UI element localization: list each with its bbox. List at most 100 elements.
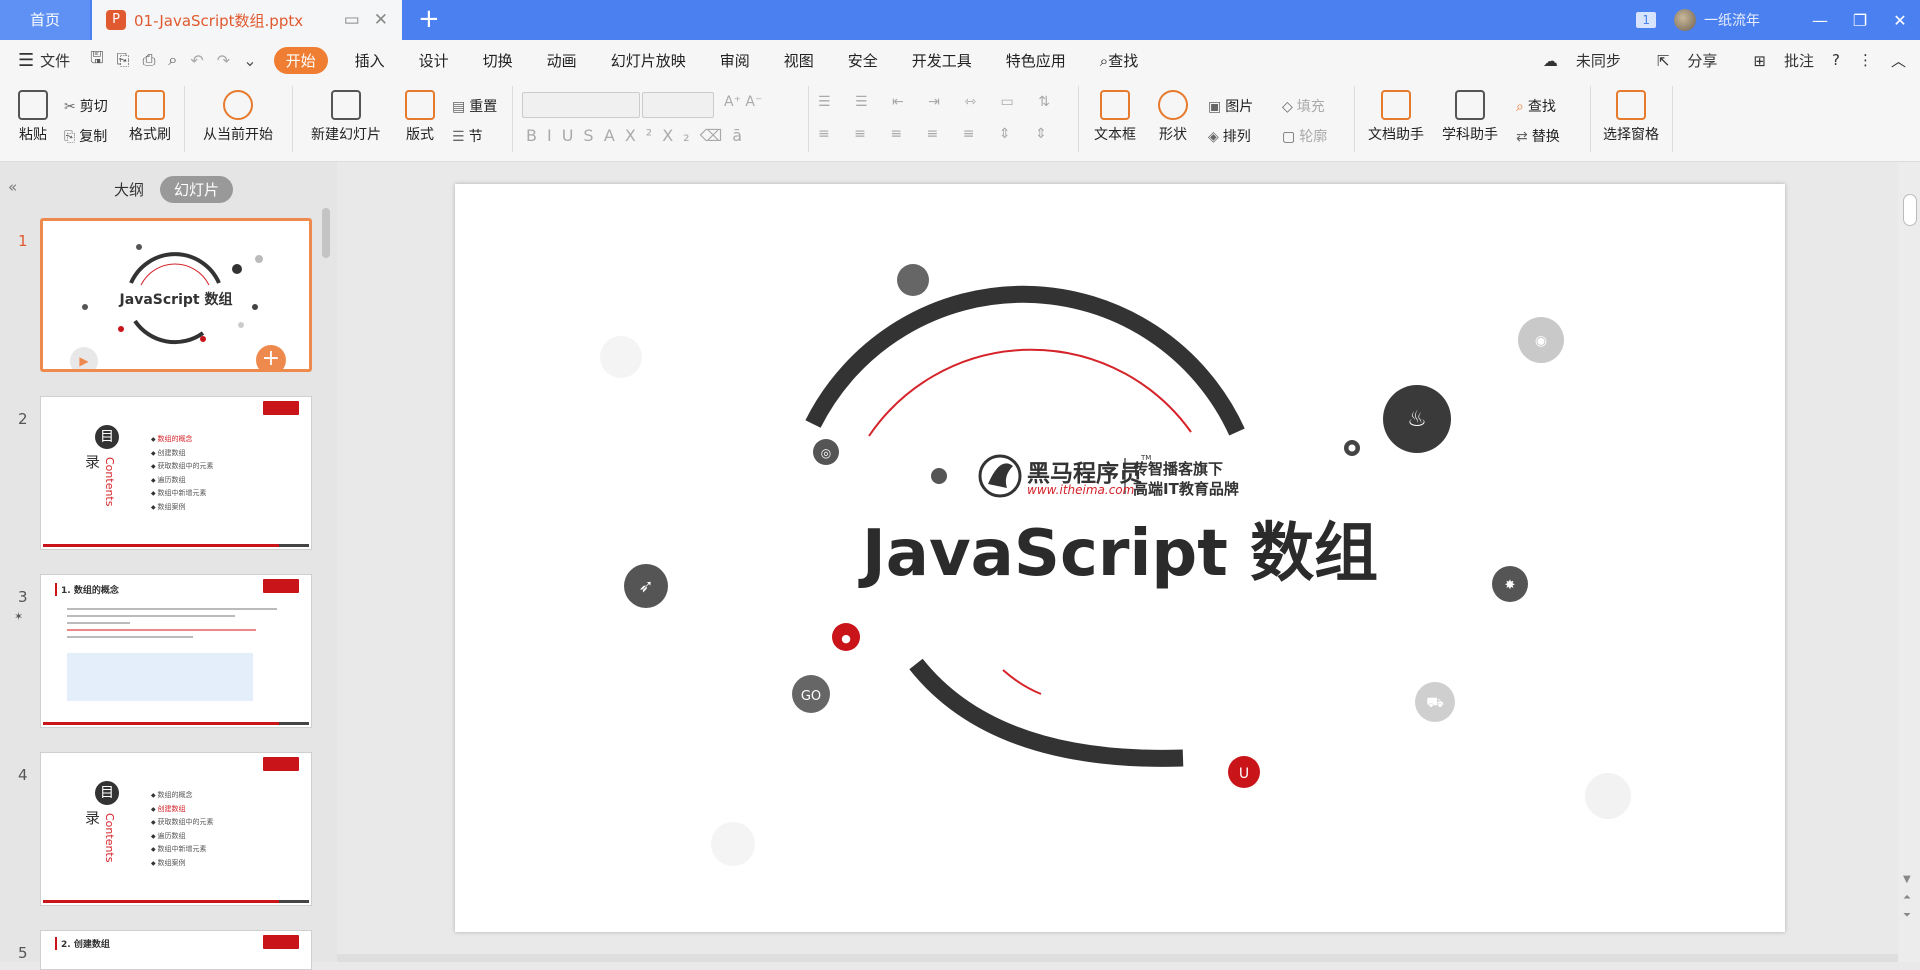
restore-icon[interactable]: ❐	[1840, 11, 1880, 30]
eraser-icon[interactable]: ⌫	[700, 126, 733, 145]
window-count-badge[interactable]: 1	[1636, 12, 1656, 28]
cut-button[interactable]: ✂ 剪切	[64, 96, 108, 116]
slide-thumbnail-1[interactable]: JavaScript 数组 ▶ +	[40, 218, 312, 372]
copy-button[interactable]: ⎘ 复制	[64, 126, 107, 146]
editor-vertical-scrollbar[interactable]: ▼ ⏶ ⏷	[1898, 162, 1920, 962]
tab-insert[interactable]: 插入	[355, 50, 385, 71]
undo-icon[interactable]: ↶	[190, 51, 203, 70]
italic-button[interactable]: I	[547, 126, 562, 145]
tab-animation[interactable]: 动画	[547, 50, 577, 71]
tab-home[interactable]: 首页	[0, 0, 90, 40]
picture-button[interactable]: ▣ 图片	[1208, 96, 1253, 116]
export-icon[interactable]: ⎘	[117, 50, 130, 70]
from-current-button[interactable]: 从当前开始	[194, 90, 282, 144]
toc-item: 遍历数组	[151, 474, 214, 488]
subject-assistant-button[interactable]: 学科助手	[1434, 90, 1506, 144]
slide-thumbnail-4[interactable]: 目 录 Contents 数组的概念 创建数组 获取数组中的元素 遍历数组 数组…	[40, 752, 312, 906]
paste-label: 粘贴	[19, 127, 47, 143]
pin-icon[interactable]: ▭	[344, 10, 360, 30]
sync-button[interactable]: ☁ 未同步	[1525, 50, 1621, 71]
share-button[interactable]: ⇱ 分享	[1639, 50, 1718, 71]
arrange-button[interactable]: ◈ 排列	[1208, 126, 1251, 146]
tab-home-ribbon[interactable]: 开始	[273, 46, 328, 74]
help-icon[interactable]: ?	[1832, 51, 1840, 69]
align-icons[interactable]: ≡ ≡ ≡ ≡ ≡ ⇕ ⇕	[818, 126, 1057, 142]
minimize-icon[interactable]: —	[1800, 11, 1840, 30]
search-menu[interactable]: ⌕查找	[1100, 50, 1138, 71]
subscript-icon[interactable]: X₂	[662, 126, 699, 145]
shape-button[interactable]: 形状	[1150, 90, 1196, 144]
add-slide-icon[interactable]: +	[256, 345, 286, 369]
layout-button[interactable]: 版式	[398, 90, 442, 144]
lower-red-arc	[1002, 669, 1042, 695]
paste-button[interactable]: 粘贴	[12, 90, 54, 144]
doc-assistant-button[interactable]: 文档助手	[1364, 90, 1428, 144]
scroll-down-icon[interactable]: ▼	[1903, 874, 1911, 885]
new-slide-button[interactable]: 新建幻灯片	[302, 90, 390, 144]
replace-button[interactable]: ⇄ 替换	[1516, 126, 1560, 146]
user-name[interactable]: 一纸流年	[1704, 10, 1760, 30]
font-size-select[interactable]	[642, 92, 714, 118]
fill-button[interactable]: ◇ 填充	[1282, 96, 1325, 116]
superscript-icon[interactable]: X²	[625, 126, 662, 145]
redo-icon[interactable]: ↷	[217, 51, 230, 70]
lower-dark-arc	[909, 658, 1184, 767]
tab-document[interactable]: P 01-JavaScript数组.pptx ▭ ✕	[92, 0, 402, 40]
file-menu[interactable]: ☰ 文件	[18, 50, 70, 71]
avatar[interactable]	[1674, 9, 1696, 31]
save-icon[interactable]: 🖫	[90, 47, 104, 74]
slide-thumbnail-3[interactable]: 1. 数组的概念	[40, 574, 312, 728]
tab-developer[interactable]: 开发工具	[912, 50, 972, 71]
fill-label: 填充	[1296, 99, 1325, 115]
select-pane-button[interactable]: 选择窗格	[1598, 90, 1664, 144]
tab-security[interactable]: 安全	[848, 50, 878, 71]
reset-button[interactable]: ▤ 重置	[452, 96, 497, 116]
collapse-ribbon-icon[interactable]: ︿	[1891, 50, 1906, 71]
close-tab-icon[interactable]: ✕	[374, 10, 388, 30]
slide-thumbnail-2[interactable]: 目 录 Contents 数组的概念 创建数组 获取数组中的元素 遍历数组 数组…	[40, 396, 312, 550]
editor-horizontal-scrollbar[interactable]	[337, 954, 1898, 962]
panel-scrollbar[interactable]	[322, 208, 331, 908]
find-button[interactable]: ⌕ 查找	[1516, 96, 1556, 116]
textbox-button[interactable]: 文本框	[1088, 90, 1142, 144]
comment-button[interactable]: ⊞ 批注	[1735, 50, 1814, 71]
underline-button[interactable]: U	[562, 126, 584, 145]
preview-icon[interactable]: ⌕	[168, 50, 177, 70]
tab-special[interactable]: 特色应用	[1006, 50, 1066, 71]
slide-thumbnail-5[interactable]: 2. 创建数组	[40, 930, 312, 970]
format-painter-button[interactable]: 格式刷	[124, 90, 176, 144]
new-tab-icon[interactable]: +	[418, 4, 440, 34]
customize-icon[interactable]: ⌄	[243, 51, 256, 70]
tab-slides[interactable]: 幻灯片	[160, 176, 234, 203]
list-icons[interactable]: ☰ ☰ ⇤ ⇥ ⇿ ▭ ⇅	[818, 94, 1060, 110]
collapse-panel-icon[interactable]: «	[8, 178, 17, 196]
play-slide-icon[interactable]: ▶	[70, 347, 98, 369]
toc-item: 数组案例	[151, 857, 214, 871]
tab-review[interactable]: 审阅	[720, 50, 750, 71]
close-window-icon[interactable]: ✕	[1880, 11, 1920, 30]
section-button[interactable]: ☰ 节	[452, 126, 483, 146]
prev-slide-icon[interactable]: ⏶	[1903, 892, 1911, 903]
slide-title[interactable]: JavaScript 数组	[455, 502, 1785, 594]
tab-slideshow[interactable]: 幻灯片放映	[611, 50, 686, 71]
font-grow-icon[interactable]: A⁺ A⁻	[724, 94, 762, 110]
svg-text:◉: ◉	[1535, 333, 1547, 349]
sync-label: 未同步	[1575, 51, 1621, 70]
tab-view[interactable]: 视图	[784, 50, 814, 71]
ribbon: 粘贴 ✂ 剪切 ⎘ 复制 格式刷 从当前开始 新建幻灯片 版式 ▤ 重置 ☰ 节 A⁺ …	[0, 80, 1920, 162]
tab-design[interactable]: 设计	[419, 50, 449, 71]
print-icon[interactable]: ⎙	[143, 50, 156, 70]
font-family-select[interactable]	[522, 92, 640, 118]
next-slide-icon[interactable]: ⏷	[1903, 910, 1911, 921]
more-icon[interactable]: ⋮	[1858, 51, 1873, 69]
scroll-thumb[interactable]	[1903, 194, 1917, 226]
bold-button[interactable]: B	[526, 126, 547, 145]
slide-canvas[interactable]: ♨ ◉ ◎ ➶ ✸ GO ⛟ U ● 黑马程序员 TM www.itheima.…	[455, 184, 1785, 932]
strike-button[interactable]: S	[583, 126, 603, 145]
outline-button[interactable]: ▢ 轮廓	[1282, 126, 1327, 146]
tab-outline[interactable]: 大纲	[100, 176, 158, 203]
book-icon	[1455, 90, 1485, 120]
text-color-icon[interactable]: A	[604, 126, 625, 145]
tab-transition[interactable]: 切换	[483, 50, 513, 71]
char-shading-icon[interactable]: ā	[732, 126, 752, 145]
